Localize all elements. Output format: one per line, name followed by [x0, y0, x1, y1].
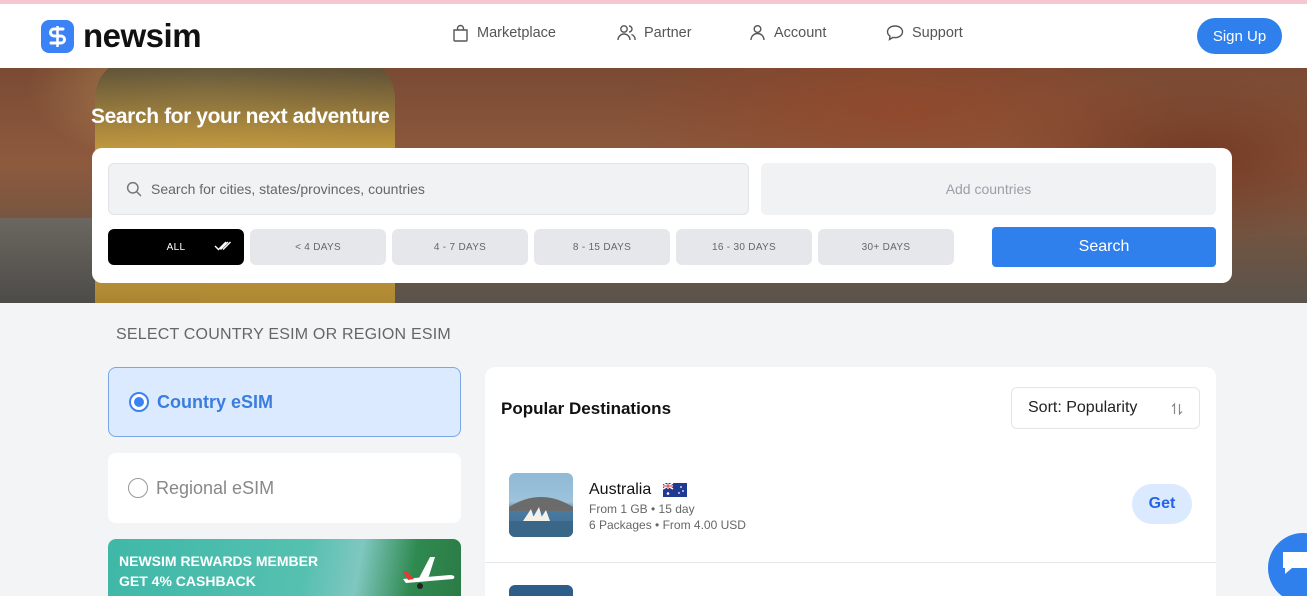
sort-label: Sort: Popularity [1028, 399, 1138, 416]
chat-widget-button[interactable] [1268, 533, 1307, 596]
destinations-panel: Popular Destinations Sort: Popularity Au… [485, 367, 1216, 596]
search-input[interactable] [151, 181, 731, 197]
search-button[interactable]: Search [992, 227, 1216, 267]
sort-dropdown[interactable]: Sort: Popularity [1011, 387, 1200, 429]
chat-widget-icon [1283, 552, 1307, 574]
bag-icon [453, 24, 468, 42]
nav-account-label: Account [774, 24, 827, 41]
destination-name: Australia [589, 481, 652, 498]
panel-title: Popular Destinations [501, 399, 672, 418]
add-countries-field[interactable]: Add countries [761, 163, 1216, 215]
users-icon [617, 25, 636, 41]
chip-8-15-days[interactable]: 8 - 15 DAYS [534, 229, 670, 265]
radio-unselected-icon [128, 478, 148, 498]
sign-up-button[interactable]: Sign Up [1197, 18, 1282, 54]
rewards-promo-banner[interactable]: NEWSIM REWARDS MEMBER GET 4% CASHBACK [108, 539, 461, 596]
site-header: newsim Marketplace Partner Account Suppo… [0, 4, 1307, 68]
logo[interactable]: newsim [41, 17, 202, 54]
destination-data-info: From 1 GB • 15 day [589, 502, 695, 516]
destination-package-info: 6 Packages • From 4.00 USD [589, 518, 746, 532]
section-label: SELECT COUNTRY ESIM OR REGION ESIM [116, 326, 451, 343]
hero-title: Search for your next adventure [91, 105, 390, 128]
nav-account[interactable]: Account [749, 24, 826, 41]
double-check-icon [214, 241, 231, 251]
nav-marketplace[interactable]: Marketplace [452, 24, 556, 42]
promo-line-1: NEWSIM REWARDS MEMBER [119, 553, 319, 569]
option-regional-esim-label: Regional eSIM [156, 477, 275, 498]
search-field[interactable] [108, 163, 749, 215]
nav-support-label: Support [912, 24, 963, 41]
chip-all-label: ALL [166, 241, 186, 253]
search-icon [126, 181, 142, 197]
logo-text: newsim [83, 17, 202, 54]
chip-all[interactable]: ALL [108, 229, 244, 265]
destination-thumbnail-next [509, 585, 573, 596]
chip-4-7-days[interactable]: 4 - 7 DAYS [392, 229, 528, 265]
list-item[interactable]: Australia From 1 GB • 15 day 6 Packages … [485, 457, 1216, 563]
option-regional-esim[interactable]: Regional eSIM [108, 453, 461, 523]
nav-partner[interactable]: Partner [617, 24, 692, 41]
chat-icon [886, 25, 904, 41]
nav-support[interactable]: Support [886, 24, 963, 41]
nav-partner-label: Partner [644, 24, 692, 41]
destination-thumbnail [509, 473, 573, 537]
sort-arrows-icon [1171, 402, 1183, 416]
logo-mark-icon [41, 19, 74, 53]
chip-under-4-days[interactable]: < 4 DAYS [250, 229, 386, 265]
chip-30-plus-days[interactable]: 30+ DAYS [818, 229, 954, 265]
chip-16-30-days[interactable]: 16 - 30 DAYS [676, 229, 812, 265]
australia-flag-icon [662, 482, 687, 497]
get-button[interactable]: Get [1132, 484, 1192, 524]
promo-line-2: GET 4% CASHBACK [119, 573, 256, 589]
search-card: Add countries ALL < 4 DAYS 4 - 7 DAYS 8 … [92, 148, 1232, 283]
airplane-icon [403, 557, 455, 589]
radio-selected-icon [129, 392, 149, 412]
option-country-esim[interactable]: Country eSIM [108, 367, 461, 437]
option-country-esim-label: Country eSIM [157, 391, 274, 412]
nav-marketplace-label: Marketplace [477, 25, 556, 41]
hero-banner: Search for your next adventure Add count… [0, 68, 1307, 303]
user-icon [750, 25, 765, 41]
